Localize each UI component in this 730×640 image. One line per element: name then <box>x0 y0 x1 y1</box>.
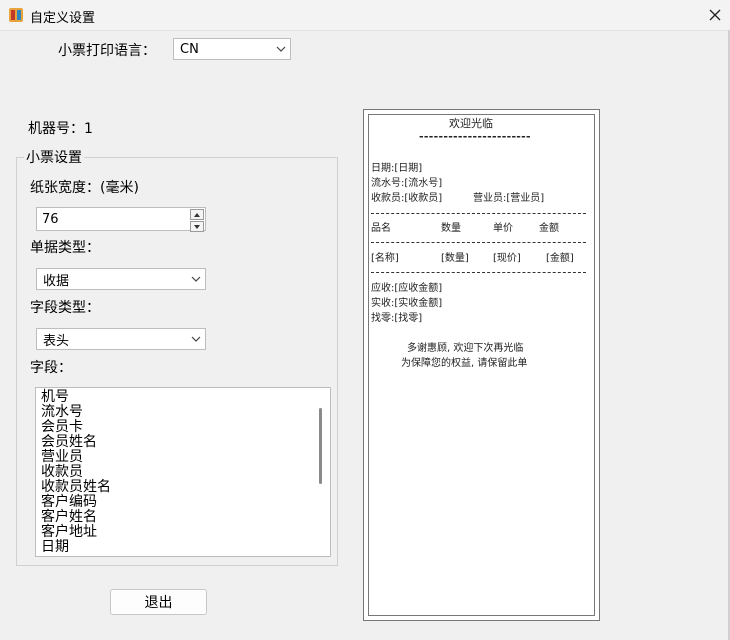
list-item[interactable]: 机号 <box>41 390 69 405</box>
receipt-language-value: CN <box>180 41 199 57</box>
field-type-value: 表头 <box>43 333 70 349</box>
receipt-divider <box>371 213 586 214</box>
fields-listbox[interactable]: 机号 流水号 会员卡 会员姓名 营业员 收款员 收款员姓名 客户编码 客户姓名 … <box>35 387 331 557</box>
spin-down-button[interactable] <box>190 221 204 232</box>
list-item[interactable]: 流水号 <box>41 405 83 420</box>
paper-width-value: 76 <box>42 212 59 227</box>
caret-up-icon <box>194 212 200 217</box>
receipt-serial: 流水号:[流水号] <box>371 178 443 189</box>
receipt-language-label: 小票打印语言： <box>58 43 156 59</box>
receipt-paid: 实收:[实收金额] <box>371 298 443 309</box>
receipt-thanks: 多谢惠顾, 欢迎下次再光临 <box>407 343 524 354</box>
field-type-select[interactable]: 表头 <box>36 328 206 350</box>
receipt-due: 应收:[应收金额] <box>371 283 443 294</box>
paper-width-spinner[interactable]: 76 <box>36 207 206 232</box>
chevron-down-icon <box>187 276 205 282</box>
receipt-item-price: [现价] <box>493 253 521 264</box>
document-type-value: 收据 <box>43 273 70 289</box>
receipt-salesperson: 营业员:[营业员] <box>473 193 545 204</box>
document-type-label: 单据类型： <box>30 240 100 256</box>
list-item[interactable]: 收款员姓名 <box>41 480 111 495</box>
caret-down-icon <box>194 224 200 229</box>
field-type-label: 字段类型： <box>30 300 100 316</box>
document-type-select[interactable]: 收据 <box>36 268 206 290</box>
machine-number-label: 机器号：1 <box>28 121 93 137</box>
receipt-col-name: 品名 <box>371 223 391 234</box>
chevron-down-icon <box>187 336 205 342</box>
receipt-divider <box>371 242 586 243</box>
list-item[interactable]: 客户姓名 <box>41 510 97 525</box>
list-item[interactable]: 会员卡 <box>41 420 83 435</box>
chevron-down-icon <box>272 46 290 52</box>
app-icon <box>9 8 23 22</box>
exit-button[interactable]: 退出 <box>110 589 207 615</box>
receipt-cashier: 收款员:[收款员] <box>371 193 443 204</box>
receipt-notice: 为保障您的权益, 请保留此单 <box>401 358 528 369</box>
receipt-header-rule: ----------------------- <box>419 130 531 143</box>
receipt-divider <box>371 272 586 273</box>
receipt-welcome: 欢迎光临 <box>449 117 493 130</box>
receipt-col-amount: 金额 <box>539 223 559 234</box>
listbox-scrollbar[interactable] <box>319 408 322 484</box>
list-item[interactable]: 日期 <box>41 540 69 555</box>
list-item[interactable]: 客户编码 <box>41 495 97 510</box>
close-button[interactable] <box>700 0 730 30</box>
receipt-col-qty: 数量 <box>441 223 461 234</box>
receipt-change: 找零:[找零] <box>371 313 423 324</box>
receipt-item-amount: [金额] <box>546 253 574 264</box>
receipt-language-select[interactable]: CN <box>173 38 291 60</box>
list-item[interactable]: 收款员 <box>41 465 83 480</box>
close-icon <box>709 9 721 21</box>
receipt-item-qty: [数量] <box>441 253 469 264</box>
spin-up-button[interactable] <box>190 209 204 220</box>
paper-width-label: 纸张宽度：(毫米) <box>30 180 139 196</box>
window-title: 自定义设置 <box>30 11 96 26</box>
list-item[interactable]: 客户地址 <box>41 525 97 540</box>
receipt-date: 日期:[日期] <box>371 163 423 174</box>
receipt-item-name: [名称] <box>371 253 399 264</box>
title-bar: 自定义设置 <box>0 0 730 31</box>
list-item[interactable]: 营业员 <box>41 450 83 465</box>
fields-label: 字段： <box>30 360 72 376</box>
list-item[interactable]: 会员姓名 <box>41 435 97 450</box>
receipt-col-price: 单价 <box>493 223 513 234</box>
receipt-settings-title: 小票设置 <box>24 147 84 167</box>
